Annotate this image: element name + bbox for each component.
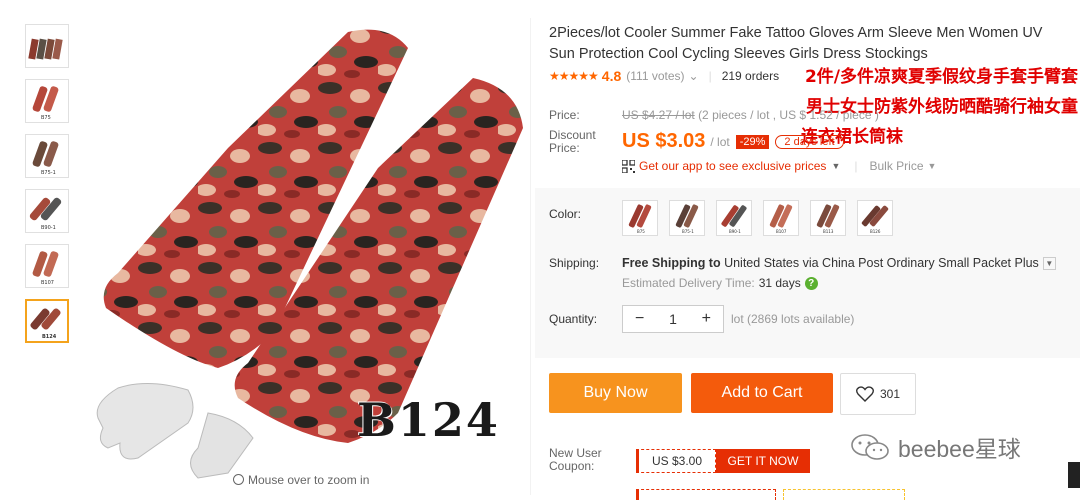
bulk-price-dropdown[interactable]: Bulk Price — [869, 159, 923, 173]
price-unit: / lot — [710, 134, 730, 149]
coupon-label-line-1: New User — [549, 446, 602, 460]
color-swatches: B75 B75-1 B90-1 B107 B113 B126 — [622, 200, 904, 236]
caret-down-icon[interactable]: ▼ — [831, 161, 840, 171]
app-price-row: Get our app to see exclusive prices ▼ | … — [622, 159, 936, 173]
discount-label-line-2: Price: — [549, 141, 580, 155]
swatch-code: B107 — [776, 229, 787, 234]
lots-available: lot (2869 lots available) — [731, 312, 855, 326]
discount-price-label: Discount Price: — [549, 129, 596, 155]
swatch-code: B126 — [870, 229, 881, 234]
thumb-code: B107 — [41, 280, 54, 286]
swatch-code: B90-1 — [729, 229, 741, 234]
buy-now-button[interactable]: Buy Now — [549, 373, 682, 413]
rating-row: ★★★★★ 4.8 (111 votes) ⌄ | 219 orders — [549, 68, 779, 84]
quantity-stepper: − 1 + — [622, 305, 724, 333]
color-swatch-b126[interactable]: B126 — [857, 200, 893, 236]
cn-overlay-line-1: 2件/多件凉爽夏季假纹身手套手臂套 — [804, 67, 1078, 87]
original-price-value: US $4.27 / lot — [622, 108, 695, 122]
color-swatch-b75[interactable]: B75 — [622, 200, 658, 236]
thumbnail-4[interactable]: B90-1 — [25, 189, 69, 233]
divider: | — [854, 159, 858, 173]
watermark-text: beebee星球 — [898, 436, 1021, 462]
divider: | — [708, 69, 712, 83]
swatch-code: B75 — [637, 229, 645, 234]
new-user-coupon: US $3.00 GET IT NOW — [636, 449, 810, 473]
color-swatch-b75-1[interactable]: B75-1 — [669, 200, 705, 236]
color-swatch-b113[interactable]: B113 — [810, 200, 846, 236]
wishlist-button[interactable]: 301 — [840, 373, 916, 415]
thumbnail-list: B75 B75-1 B90-1 B107 B124 — [25, 24, 71, 354]
coupon-label-line-2: Coupon: — [549, 459, 595, 473]
zoom-hint-text: Mouse over to zoom in — [248, 473, 370, 487]
discount-badge: -29% — [735, 134, 770, 149]
watermark: beebee星球 — [850, 430, 1021, 464]
days-left-badge: 2 days left — [775, 134, 844, 149]
rating-votes[interactable]: (111 votes) — [626, 69, 684, 83]
color-swatch-b107[interactable]: B107 — [763, 200, 799, 236]
quantity-label: Quantity: — [549, 312, 598, 326]
delivery-label: Estimated Delivery Time: — [622, 276, 755, 290]
star-rating-icon: ★★★★★ — [549, 69, 599, 83]
thumb-code: B75-1 — [41, 170, 56, 176]
coupon-value: US $3.00 — [636, 449, 716, 473]
app-exclusive-link[interactable]: Get our app to see exclusive prices — [639, 159, 826, 173]
thumb-code: B124 — [42, 334, 57, 340]
thumb-code: B90-1 — [41, 225, 56, 231]
zoom-hint: Mouse over to zoom in — [233, 473, 369, 487]
product-code-label: B124 — [357, 393, 500, 447]
shipping-info: Free Shipping to United States via China… — [622, 256, 1056, 271]
discount-label-line-1: Discount — [549, 128, 596, 142]
color-swatch-b90-1[interactable]: B90-1 — [716, 200, 752, 236]
plus-icon[interactable]: + — [690, 310, 723, 328]
product-title: 2Pieces/lot Cooler Summer Fake Tattoo Gl… — [549, 25, 1043, 62]
search-icon — [233, 474, 244, 485]
coupon-label: New User Coupon: — [549, 447, 602, 473]
thumbnail-1[interactable] — [25, 24, 69, 68]
rating-score: 4.8 — [601, 68, 622, 84]
qr-code-icon — [622, 159, 635, 173]
help-icon[interactable]: ? — [804, 276, 818, 290]
swatch-code: B113 — [823, 229, 834, 234]
free-shipping-text: Free Shipping to — [622, 256, 721, 270]
thumb-code: B75 — [41, 115, 51, 121]
get-coupon-button[interactable]: GET IT NOW — [716, 449, 810, 473]
swatch-code: B75-1 — [682, 229, 694, 234]
quantity-input[interactable]: 1 — [656, 311, 689, 327]
shipping-method[interactable]: United States via China Post Ordinary Sm… — [721, 256, 1039, 270]
price-label: Price: — [549, 108, 580, 122]
wishlist-count: 301 — [879, 387, 901, 401]
orders-count: 219 orders — [721, 69, 780, 83]
thumbnail-2[interactable]: B75 — [25, 79, 69, 123]
discount-price-value: US $3.03 — [622, 130, 706, 152]
add-to-cart-button[interactable]: Add to Cart — [691, 373, 833, 413]
thumbnail-6-selected[interactable]: B124 — [25, 299, 69, 343]
wechat-logo-icon — [851, 434, 889, 460]
delivery-time: Estimated Delivery Time: 31 days ? — [622, 276, 818, 290]
shipping-label: Shipping: — [549, 256, 600, 270]
color-label: Color: — [549, 207, 582, 221]
scroll-handle[interactable] — [1068, 462, 1080, 488]
chevron-down-icon[interactable]: ⌄ — [689, 69, 699, 83]
discount-price: US $3.03 / lot -29% 2 days left — [622, 130, 844, 153]
caret-down-icon[interactable]: ▼ — [928, 161, 937, 171]
chevron-down-icon[interactable]: ▼ — [1042, 257, 1056, 271]
thumbnail-5[interactable]: B107 — [25, 244, 69, 288]
original-price: US $4.27 / lot (2 pieces / lot , US $ 1.… — [622, 108, 879, 122]
heart-icon — [856, 386, 874, 402]
product-main-image[interactable]: B124 — [78, 18, 531, 495]
minus-icon[interactable]: − — [623, 310, 656, 328]
original-price-note: (2 pieces / lot , US $ 1.52 / piece ) — [698, 108, 879, 122]
thumbnail-3[interactable]: B75-1 — [25, 134, 69, 178]
delivery-days: 31 days — [758, 276, 801, 290]
